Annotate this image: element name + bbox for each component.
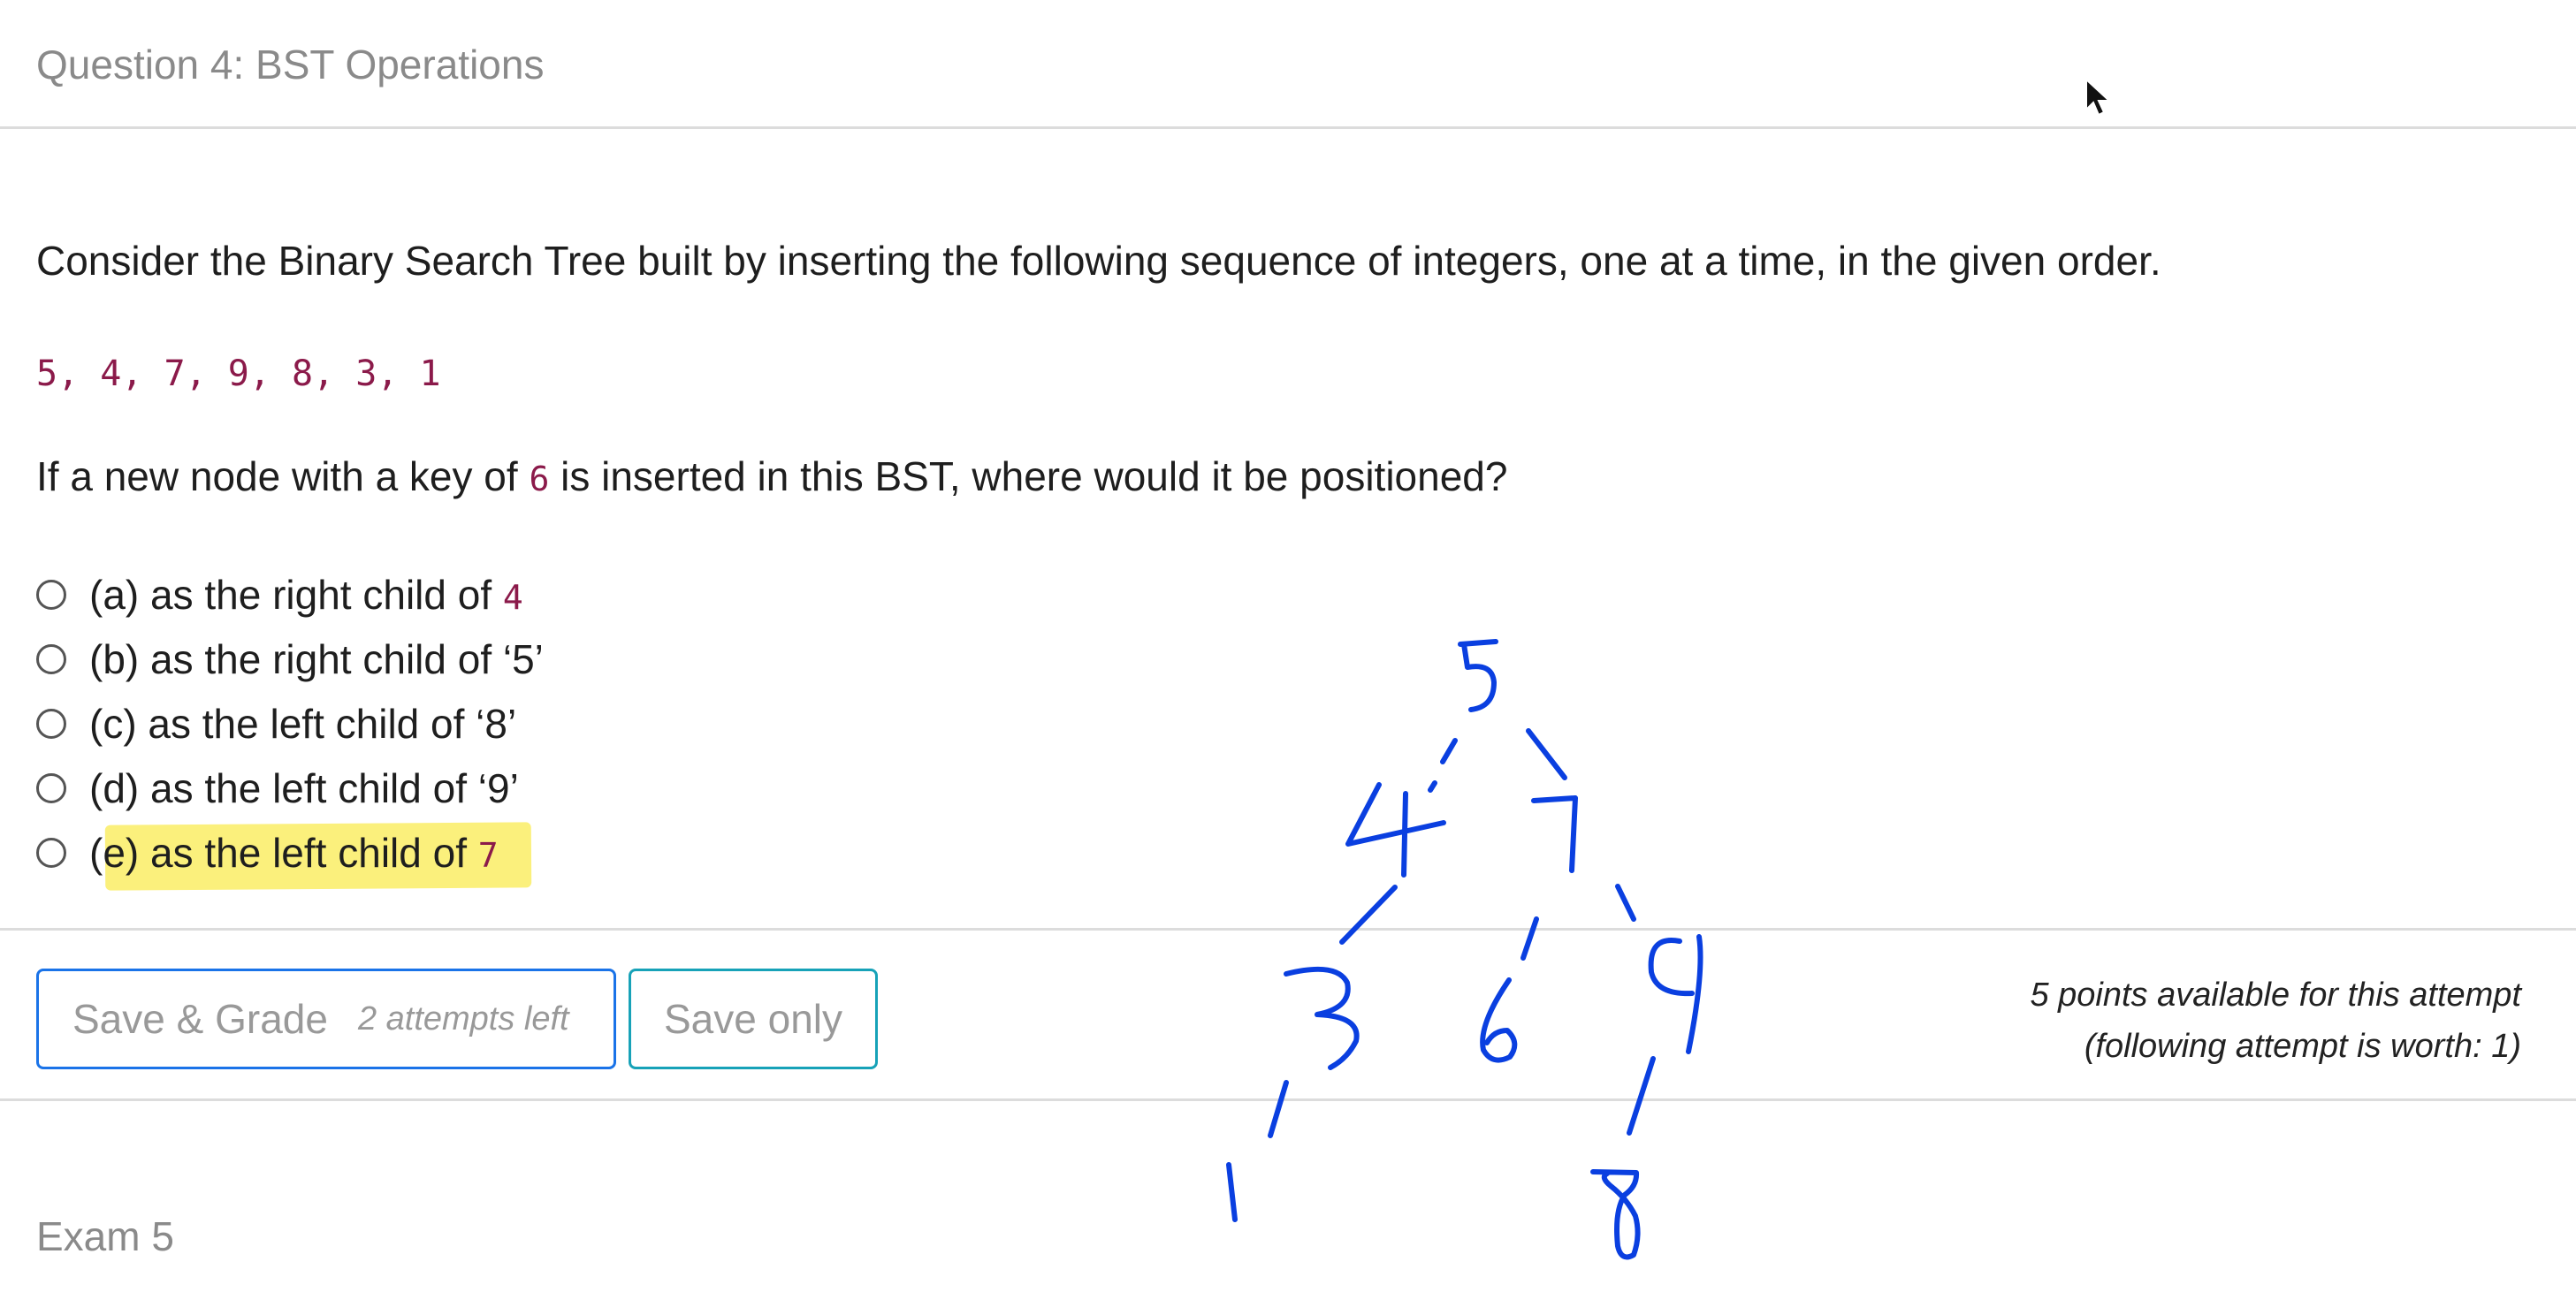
- option-b-label: (b) as the right child of ‘5’: [89, 635, 544, 682]
- question-header: Question 4: BST Operations: [0, 0, 2576, 129]
- mouse-pointer-icon: [2085, 78, 2111, 117]
- option-a-code: 4: [502, 577, 523, 617]
- radio-button-b[interactable]: [36, 643, 66, 674]
- next-attempt-worth-text: (following attempt is worth: 1): [2084, 1028, 2521, 1065]
- option-c[interactable]: (c) as the left child of ‘8’: [36, 691, 544, 756]
- radio-button-d[interactable]: [36, 772, 66, 803]
- handwritten-node-1: [1226, 1162, 1238, 1222]
- save-only-button[interactable]: Save only: [629, 969, 878, 1069]
- question-ask-after: is inserted in this BST, where would it …: [549, 453, 1508, 499]
- option-d[interactable]: (d) as the left child of ‘9’: [36, 756, 544, 820]
- question-page: Question 4: BST Operations Consider the …: [0, 0, 2576, 1292]
- question-ask-key: 6: [529, 460, 550, 498]
- option-d-label: (d) as the left child of ‘9’: [89, 764, 519, 811]
- handwritten-node-7: [1531, 795, 1578, 873]
- save-and-grade-button[interactable]: Save & Grade 2 attempts left: [36, 969, 616, 1069]
- option-a-label: (a) as the right child of 4: [89, 571, 523, 619]
- handwritten-node-5: [1458, 639, 1498, 712]
- points-available-text: 5 points available for this attempt: [2030, 977, 2521, 1014]
- question-title: Question 4: BST Operations: [36, 42, 545, 87]
- exam-label: Exam 5: [36, 1213, 174, 1259]
- question-ask: If a new node with a key of 6 is inserte…: [36, 452, 1507, 500]
- handwritten-node-4: [1345, 782, 1446, 878]
- option-b[interactable]: (b) as the right child of ‘5’: [36, 627, 544, 691]
- option-e-code: 7: [477, 835, 499, 875]
- question-ask-before: If a new node with a key of: [36, 453, 530, 499]
- question-prompt: Consider the Binary Search Tree built by…: [36, 238, 2161, 284]
- handwritten-node-8: [1590, 1169, 1641, 1260]
- points-info: 5 points available for this attempt (fol…: [2030, 969, 2521, 1072]
- option-e-text: (e) as the left child of: [89, 829, 478, 876]
- radio-button-c[interactable]: [36, 708, 66, 739]
- answer-options: (a) as the right child of 4 (b) as the r…: [36, 562, 544, 891]
- attempts-left-label: 2 attempts left: [357, 999, 569, 1037]
- radio-button-e[interactable]: [36, 837, 66, 868]
- option-e[interactable]: (e) as the left child of 7: [36, 820, 544, 891]
- radio-button-a[interactable]: [36, 579, 66, 610]
- save-and-grade-label: Save & Grade: [72, 996, 328, 1042]
- handwritten-edge-7-9: [1615, 884, 1636, 922]
- option-a-text: (a) as the right child of: [89, 571, 503, 618]
- option-c-label: (c) as the left child of ‘8’: [89, 700, 517, 747]
- handwritten-edge-5-7: [1526, 728, 1567, 780]
- handwritten-edge-5-4: [1428, 738, 1458, 793]
- option-a[interactable]: (a) as the right child of 4: [36, 562, 544, 627]
- option-e-label: (e) as the left child of 7: [89, 829, 499, 877]
- question-footer: Save & Grade 2 attempts left Save only 5…: [0, 928, 2576, 1101]
- insertion-sequence: 5, 4, 7, 9, 8, 3, 1: [36, 353, 441, 394]
